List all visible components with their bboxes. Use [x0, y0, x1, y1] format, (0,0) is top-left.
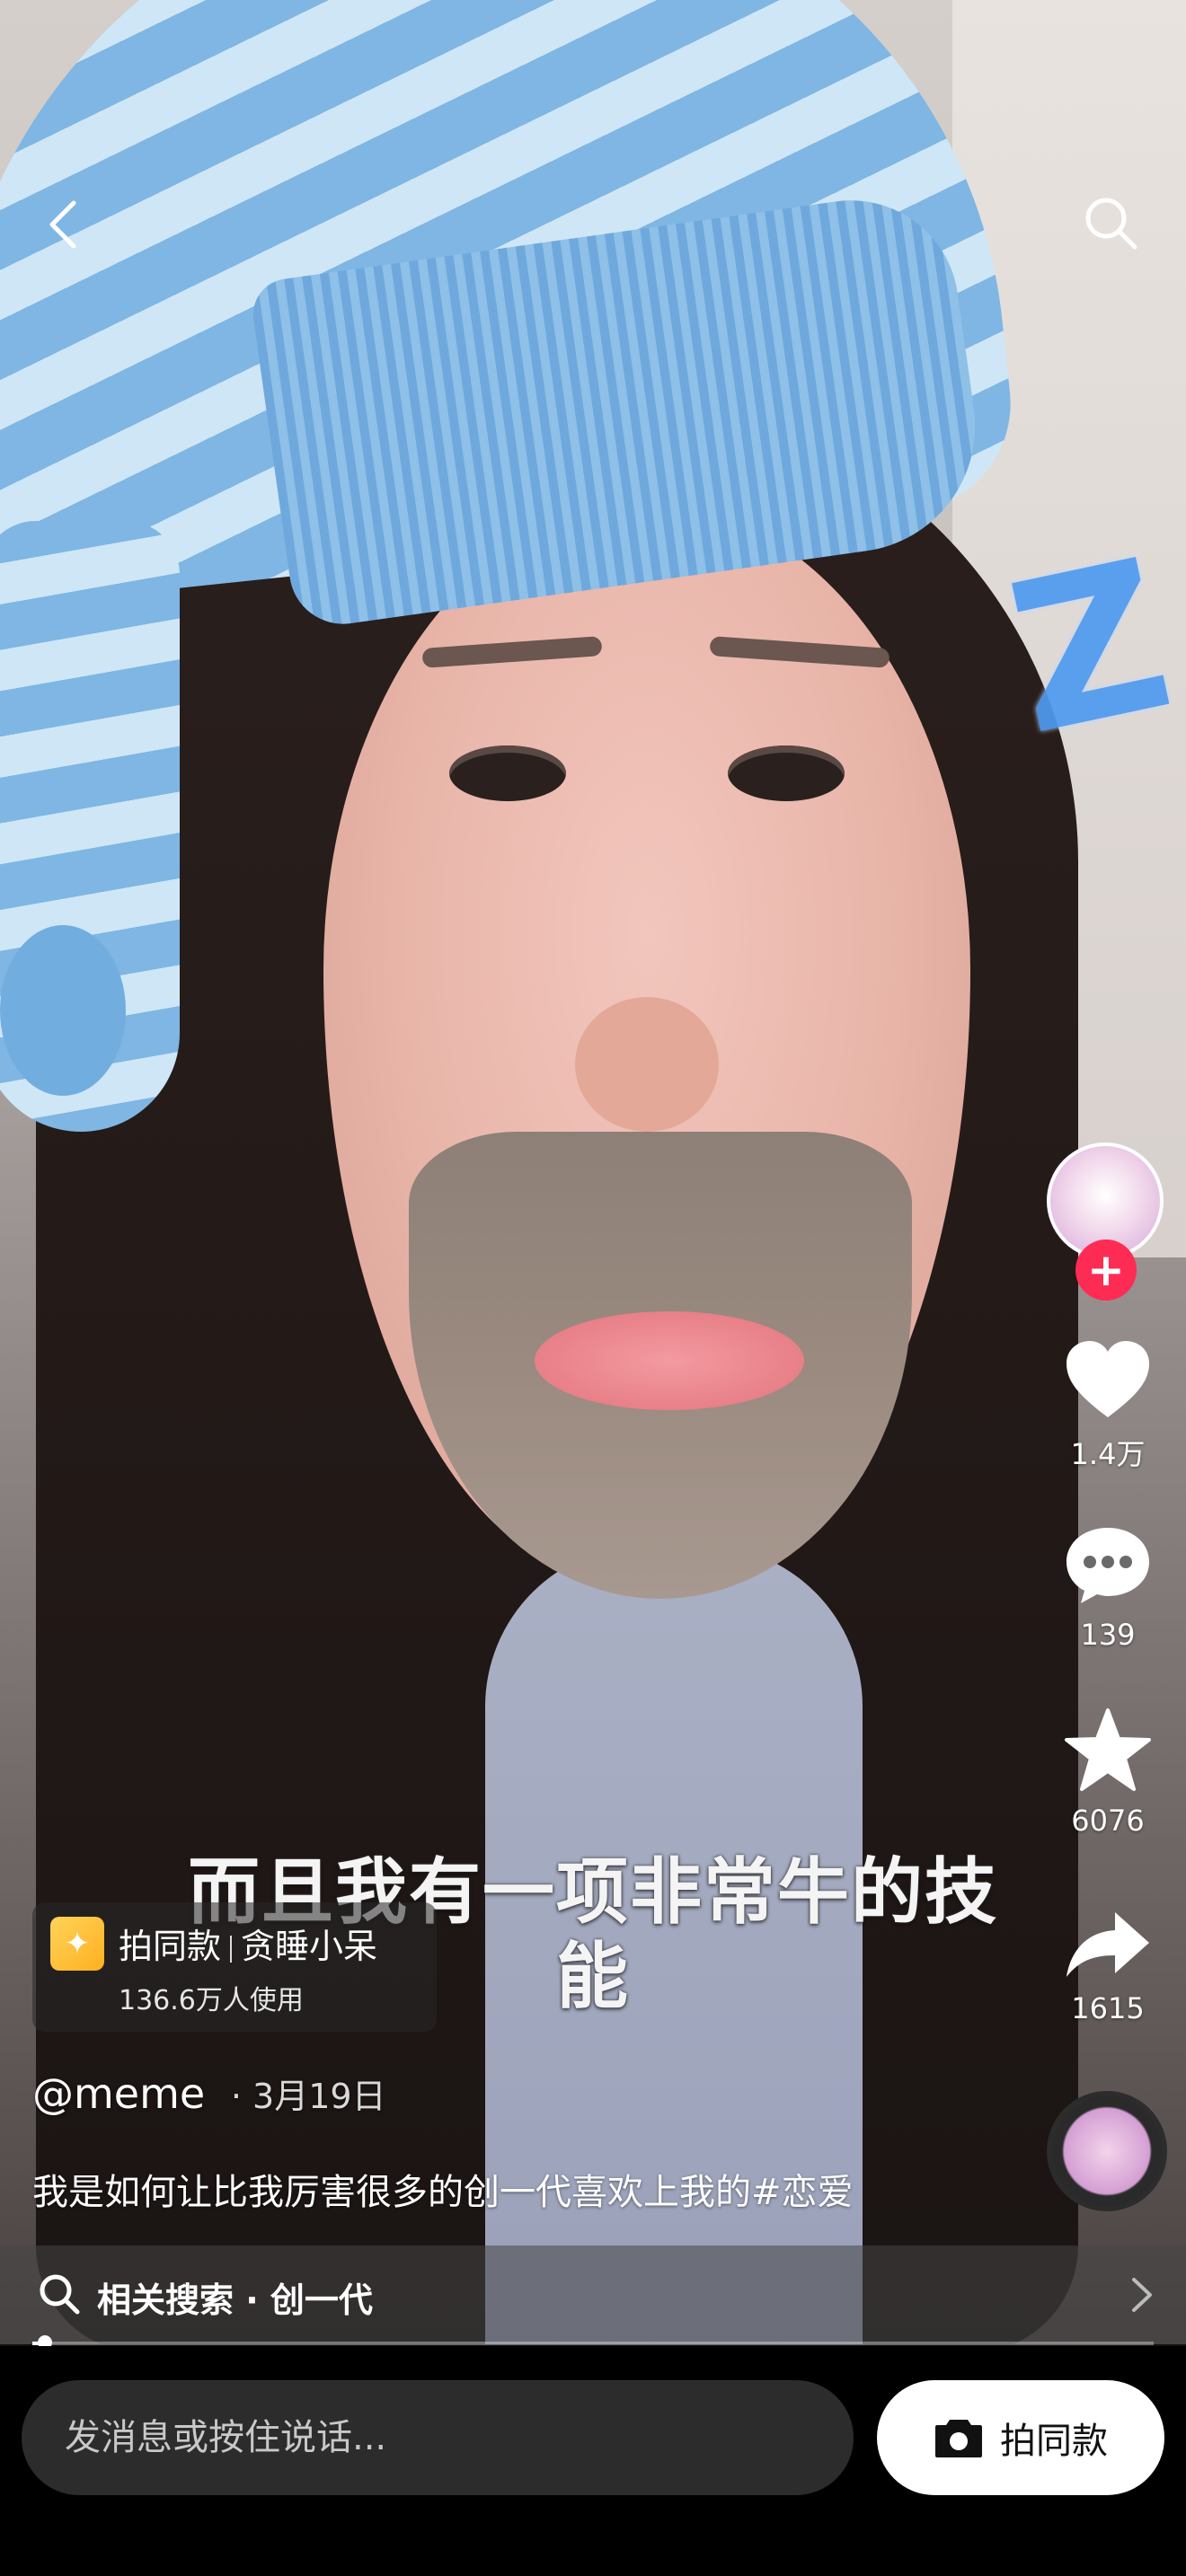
effect-card[interactable]: ✦ 拍同款 贪睡小呆 136.6万人使用 [32, 1902, 437, 2032]
sleep-z-sticker: Z [992, 516, 1186, 781]
favorite-count: 6076 [1071, 1804, 1145, 1838]
effect-usage: 136.6万人使用 [119, 1985, 304, 2016]
share-button[interactable]: 1615 [1051, 1909, 1164, 2025]
related-search-bar[interactable]: 相关搜索 · 创一代 [0, 2245, 1186, 2344]
author-name[interactable]: @meme [32, 2069, 205, 2118]
comment-button[interactable]: 139 [1051, 1522, 1164, 1652]
author-line: @meme · 3月19日 [32, 2069, 386, 2118]
chevron-left-icon [49, 200, 76, 249]
right-eye [728, 745, 845, 801]
search-button[interactable] [1075, 187, 1146, 259]
video-progress-bar[interactable] [32, 2342, 1154, 2345]
effect-name: 贪睡小呆 [241, 1927, 378, 1966]
favorite-button[interactable]: 6076 [1051, 1707, 1164, 1838]
search-icon [40, 2274, 80, 2315]
comment-count: 139 [1080, 1618, 1136, 1652]
related-search-label: 相关搜索 [97, 2280, 235, 2320]
share-arrow-icon [1067, 1912, 1149, 1977]
post-date-wrap: · 3月19日 [231, 2077, 386, 2116]
message-input[interactable] [22, 2380, 854, 2495]
post-caption[interactable]: 我是如何让比我厉害很多的创一代喜欢上我的#恋爱 [32, 2163, 854, 2215]
follow-button[interactable]: + [1075, 1239, 1137, 1301]
related-search-query: 创一代 [270, 2280, 373, 2320]
related-search-text: 相关搜索 · 创一代 [97, 2272, 373, 2322]
effect-label: 拍同款 [119, 1927, 222, 1966]
hat-knot [0, 925, 126, 1096]
sparkle-icon: ✦ [50, 1917, 104, 1971]
like-button[interactable]: 1.4万 [1051, 1338, 1164, 1473]
like-count: 1.4万 [1070, 1437, 1146, 1471]
mouth [535, 1311, 804, 1410]
star-icon [1065, 1708, 1151, 1791]
music-disc[interactable] [1047, 2091, 1167, 2211]
shoot-same-label: 拍同款 [1000, 2421, 1108, 2462]
divider [230, 1935, 233, 1963]
left-eye [449, 745, 566, 801]
share-count: 1615 [1071, 1991, 1145, 2025]
back-button[interactable] [27, 189, 99, 260]
separator: · [245, 2280, 259, 2320]
shoot-same-button[interactable]: 拍同款 [877, 2380, 1164, 2495]
camera-icon [935, 2420, 982, 2457]
nose [575, 997, 719, 1132]
heart-icon [1067, 1341, 1149, 1417]
post-date: 3月19日 [252, 2077, 386, 2116]
chevron-right-icon [1132, 2278, 1152, 2312]
effect-title: 拍同款 贪睡小呆 [119, 1919, 377, 1968]
search-icon [1085, 198, 1137, 250]
comment-icon [1067, 1528, 1149, 1603]
plus-icon: + [1087, 1244, 1125, 1296]
separator: · [230, 2077, 242, 2116]
